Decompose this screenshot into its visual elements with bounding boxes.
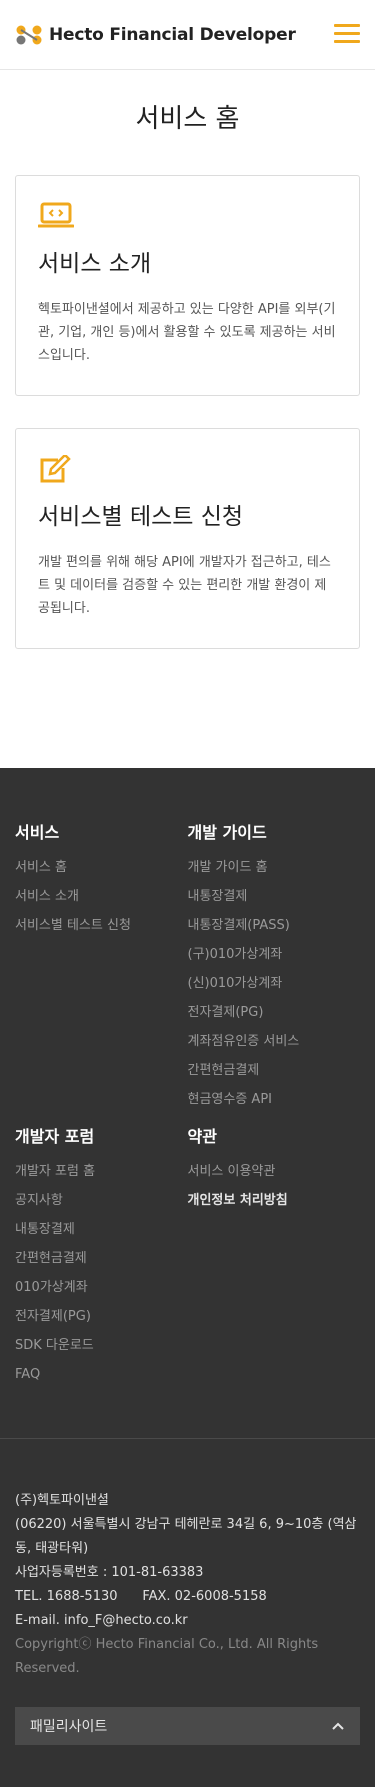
footer-link[interactable]: SDK 다운로드	[15, 1336, 188, 1365]
chevron-up-icon	[332, 1722, 344, 1730]
page-title: 서비스 홈	[135, 104, 240, 134]
footer-link[interactable]: 공지사항	[15, 1191, 188, 1220]
footer-link[interactable]: 전자결제(PG)	[188, 1003, 361, 1032]
footer-heading: 개발 가이드	[187, 823, 267, 842]
site-footer: 서비스 서비스 홈 서비스 소개 서비스별 테스트 신청 개발 가이드 개발 가…	[0, 768, 375, 1787]
footer-link[interactable]: 서비스별 테스트 신청	[15, 916, 188, 945]
footer-heading: 서비스	[15, 823, 60, 842]
card-desc: 헥토파이낸셜에서 제공하고 있는 다양한 API를 외부(기관, 기업, 개인 …	[38, 302, 336, 363]
footer-link[interactable]: 서비스 홈	[15, 858, 188, 887]
footer-terms-column: 약관 서비스 이용약관 개인정보 처리방침	[188, 1123, 361, 1394]
email: E-mail. info_F@hecto.co.kr	[15, 1613, 188, 1628]
footer-heading: 약관	[187, 1127, 217, 1146]
footer-link[interactable]: 서비스 소개	[15, 887, 188, 916]
tel-fax: TEL. 1688-5130 FAX. 02-6008-5158	[15, 1589, 267, 1604]
copyright: Copyrightⓒ Hecto Financial Co., Ltd. All…	[15, 1637, 319, 1676]
card-service-intro[interactable]: 서비스 소개 헥토파이낸셜에서 제공하고 있는 다양한 API를 외부(기관, …	[15, 175, 360, 396]
footer-guide-column: 개발 가이드 개발 가이드 홈 내통장결제 내통장결제(PASS) (구)010…	[188, 819, 361, 1119]
footer-link[interactable]: (신)010가상계좌	[188, 974, 361, 1003]
footer-link[interactable]: 서비스 이용약관	[188, 1162, 361, 1191]
card-service-test[interactable]: 서비스별 테스트 신청 개발 편의를 위해 해당 API에 개발자가 접근하고,…	[15, 428, 360, 649]
footer-link[interactable]: 전자결제(PG)	[15, 1307, 188, 1336]
footer-heading: 개발자 포럼	[15, 1127, 95, 1146]
footer-link[interactable]: FAQ	[15, 1365, 188, 1394]
logo-text: Hecto Financial Developer	[49, 24, 296, 45]
footer-link[interactable]: 내통장결제(PASS)	[188, 916, 361, 945]
footer-link[interactable]: 010가상계좌	[15, 1278, 188, 1307]
footer-link[interactable]: 현금영수증 API	[188, 1090, 361, 1119]
edit-icon	[40, 453, 71, 483]
footer-link[interactable]: 개발자 포럼 홈	[15, 1162, 188, 1191]
company-info: (주)헥토파이낸셜 (06220) 서울특별시 강남구 테헤란로 34길 6, …	[0, 1439, 375, 1681]
privacy-policy-link[interactable]: 개인정보 처리방침	[188, 1191, 361, 1220]
site-header: Hecto Financial Developer	[0, 0, 375, 70]
company-name: (주)헥토파이낸셜	[15, 1493, 109, 1508]
footer-link[interactable]: 내통장결제	[15, 1220, 188, 1249]
family-site-select[interactable]: 패밀리사이트	[15, 1707, 360, 1745]
card-title: 서비스 소개	[38, 251, 152, 277]
footer-forum-column: 개발자 포럼 개발자 포럼 홈 공지사항 내통장결제 간편현금결제 010가상계…	[15, 1123, 188, 1394]
footer-link[interactable]: 내통장결제	[188, 887, 361, 916]
company-address: (06220) 서울특별시 강남구 테헤란로 34길 6, 9~10층 (역삼동…	[15, 1517, 357, 1556]
laptop-code-icon	[37, 202, 75, 228]
logo-icon	[16, 25, 42, 44]
card-desc: 개발 편의를 위해 해당 API에 개발자가 접근하고, 테스트 및 데이터를 …	[38, 555, 331, 616]
footer-link[interactable]: 계좌점유인증 서비스	[188, 1032, 361, 1061]
footer-service-column: 서비스 서비스 홈 서비스 소개 서비스별 테스트 신청	[15, 819, 188, 1119]
logo[interactable]: Hecto Financial Developer	[15, 24, 296, 46]
business-number: 사업자등록번호 : 101-81-63383	[15, 1565, 204, 1580]
family-site-label: 패밀리사이트	[30, 1719, 108, 1735]
footer-link[interactable]: 간편현금결제	[15, 1249, 188, 1278]
menu-icon[interactable]	[334, 24, 360, 44]
footer-link[interactable]: 간편현금결제	[188, 1061, 361, 1090]
card-title: 서비스별 테스트 신청	[38, 504, 244, 530]
footer-link[interactable]: (구)010가상계좌	[188, 945, 361, 974]
footer-link[interactable]: 개발 가이드 홈	[188, 858, 361, 887]
